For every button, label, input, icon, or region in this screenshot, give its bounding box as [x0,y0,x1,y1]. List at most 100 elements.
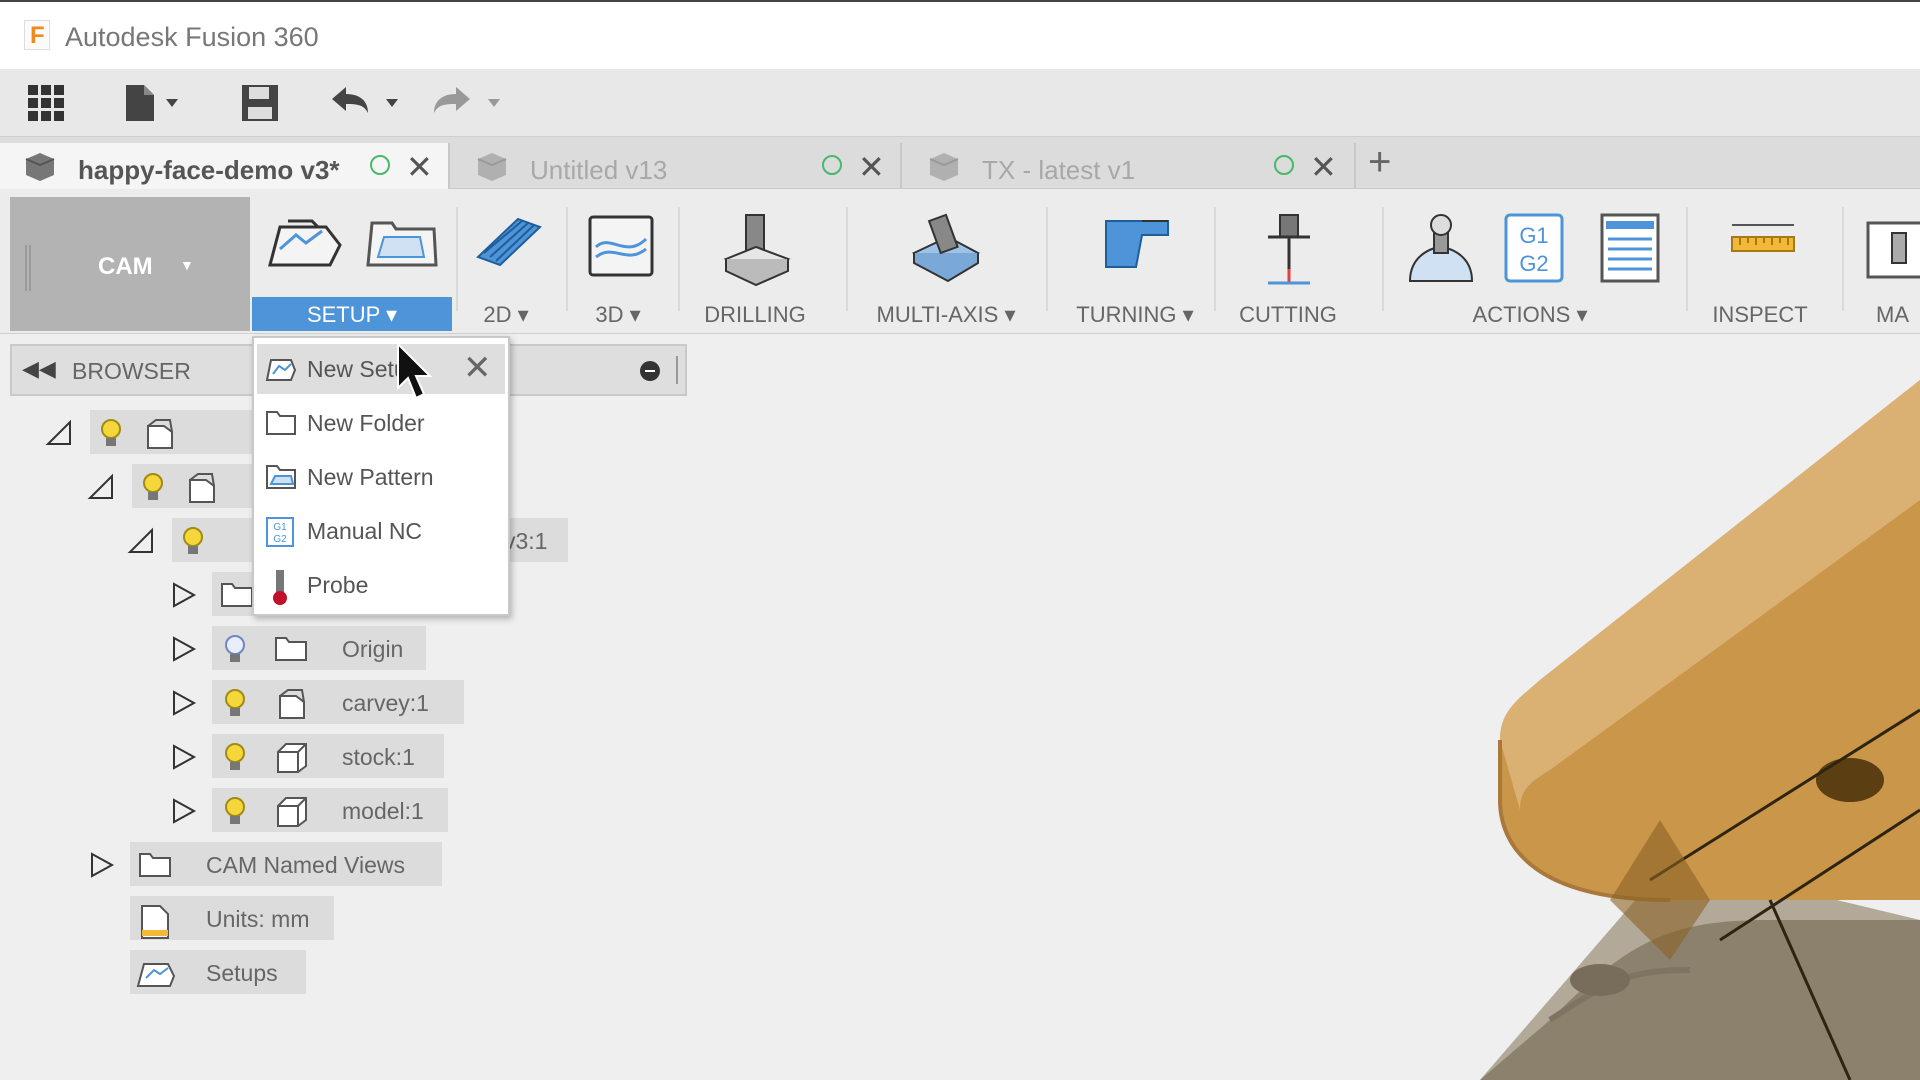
3d-model-viewport[interactable] [1250,380,1920,1080]
menu-item-new-pattern[interactable]: New Pattern [257,452,505,502]
setup-label: SETUP ▾ [306,302,398,327]
tree-node[interactable]: carvey:1 [212,680,464,724]
setup-group[interactable]: SETUP ▾ [252,197,452,331]
close-tab-icon[interactable]: ✕ [1310,148,1337,186]
tree-node[interactable]: CAM Named Views [130,842,442,886]
ribbon-separator [846,207,848,311]
menu-item-label: Probe [307,572,369,598]
visibility-bulb-icon[interactable] [140,472,166,502]
sync-status-icon [822,155,842,175]
workspace-label: CAM [98,253,153,280]
tree-label: Units: mm [206,906,310,932]
data-panel-grid-icon[interactable] [26,83,66,123]
drilling-group[interactable]: DRILLING [690,197,820,331]
manage-group[interactable]: MA [1856,197,1920,331]
simulate-icon [1408,214,1474,282]
tree-node[interactable]: Setups [130,950,306,994]
collapse-panel-icon[interactable]: ◀◀ [22,356,56,382]
svg-text:G1: G1 [1519,223,1548,248]
tree-node[interactable]: Units: mm [130,896,334,940]
ribbon-separator [678,207,680,311]
visibility-bulb-icon[interactable] [180,526,206,556]
multi-axis-label: MULTI-AXIS ▾ [876,302,1016,327]
minimize-icon[interactable] [640,361,660,381]
close-icon[interactable]: ✕ [463,348,492,388]
tree-row-stock[interactable]: stock:1 [168,734,458,778]
units-icon [141,905,169,939]
file-menu-button[interactable] [122,83,188,123]
3d-group[interactable]: 3D ▾ [570,197,666,331]
collapsed-arrow-icon[interactable] [168,634,198,664]
new-tab-button[interactable]: + [1368,140,1391,185]
folder-setup-icon [366,221,438,267]
2d-toolpath-icon [476,217,542,267]
tree-row-carvey[interactable]: carvey:1 [168,680,468,724]
component-icon [25,153,55,181]
expanded-arrow-icon[interactable] [44,418,74,448]
menu-item-new-folder[interactable]: New Folder [257,398,505,448]
cutting-group[interactable]: CUTTING [1228,197,1348,331]
close-tab-icon[interactable]: ✕ [406,148,433,186]
chevron-down-icon: ▼ [180,257,194,273]
workspace-switcher[interactable]: CAM ▼ [10,197,250,331]
doc-tab-tx-latest[interactable]: TX - latest v1 ✕ [904,143,1356,189]
visibility-bulb-icon[interactable] [222,742,248,772]
svg-text:G2: G2 [273,534,287,545]
tree-row-model[interactable]: model:1 [168,788,458,832]
expanded-arrow-icon[interactable] [86,472,116,502]
inspect-group[interactable]: INSPECT [1700,197,1820,331]
actions-group[interactable]: G1 G2 ACTIONS ▾ [1394,197,1666,331]
tree-node[interactable]: model:1 [212,788,448,832]
folder-icon [139,853,171,877]
redo-button[interactable] [432,83,508,123]
collapsed-arrow-icon[interactable] [168,796,198,826]
sync-status-icon [1274,155,1294,175]
visibility-bulb-icon[interactable] [98,418,124,448]
ribbon-separator [456,207,458,311]
doc-tab-untitled[interactable]: Untitled v13 ✕ [452,143,902,189]
setup-icon [268,219,342,267]
tree-row-units[interactable]: Units: mm [130,896,340,940]
tree-row-folder[interactable] [168,572,253,616]
g1-g2-post-icon: G1 G2 [1504,213,1564,283]
visibility-bulb-off-icon[interactable] [222,634,248,664]
grip-handle[interactable] [25,245,31,291]
undo-button[interactable] [330,83,406,123]
2d-group[interactable]: 2D ▾ [460,197,552,331]
expanded-arrow-icon[interactable] [126,526,156,556]
multi-axis-group[interactable]: MULTI-AXIS ▾ [862,197,1030,331]
save-button[interactable] [240,83,280,123]
turning-group[interactable]: TURNING ▾ [1060,197,1210,331]
visibility-bulb-icon[interactable] [222,796,248,826]
collapsed-arrow-icon[interactable] [168,688,198,718]
component-icon [279,689,305,719]
turning-icon [1105,220,1169,268]
tree-node[interactable]: stock:1 [212,734,444,778]
resize-handle[interactable] [676,356,679,384]
body-icon [277,743,307,773]
tree-row-origin[interactable]: Origin [168,626,428,670]
tree-node[interactable] [132,464,252,508]
component-icon [189,473,215,503]
quick-access-toolbar [0,69,1920,137]
turning-label: TURNING ▾ [1076,302,1194,327]
component-icon [477,153,507,181]
collapsed-arrow-icon[interactable] [86,850,116,880]
collapsed-arrow-icon[interactable] [168,742,198,772]
menu-item-new-setup[interactable]: New Setup ✕ [257,344,505,394]
tree-node[interactable]: Origin [212,626,426,670]
tree-label: Setups [206,960,278,986]
cutting-icon [1268,214,1310,285]
menu-item-probe[interactable]: Probe [257,560,505,610]
close-tab-icon[interactable]: ✕ [858,148,885,186]
undo-icon [332,87,398,113]
tree-row-setups[interactable]: Setups [130,950,310,994]
menu-item-manual-nc[interactable]: G1 G2 Manual NC [257,506,505,556]
tree-row-named-views[interactable]: CAM Named Views [86,842,456,886]
pattern-icon [266,465,296,489]
tree-node[interactable] [212,572,253,616]
title-bar: F Autodesk Fusion 360 [0,0,1920,69]
doc-tab-happy-face-demo[interactable]: happy-face-demo v3* ✕ [0,143,450,189]
visibility-bulb-icon[interactable] [222,688,248,718]
collapsed-arrow-icon[interactable] [168,580,198,610]
